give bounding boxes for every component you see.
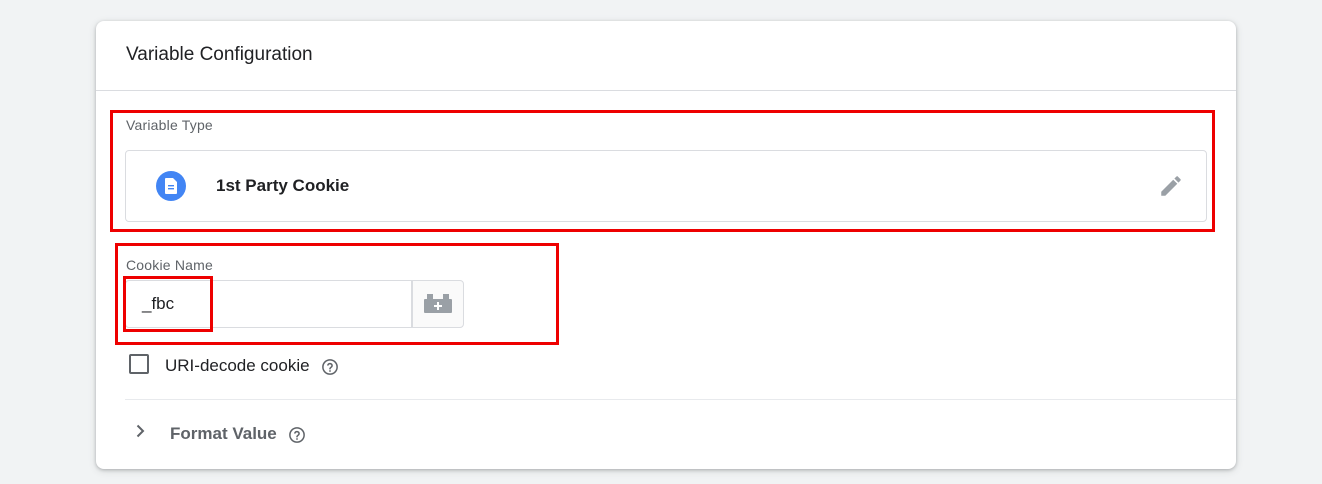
uri-decode-label: URI-decode cookie (165, 356, 310, 375)
variable-type-label: Variable Type (126, 117, 213, 133)
variable-type-name: 1st Party Cookie (216, 176, 350, 195)
lego-brick-icon (424, 294, 452, 313)
chevron-right-icon[interactable] (132, 423, 148, 439)
cookie-name-label: Cookie Name (126, 257, 214, 273)
help-icon[interactable] (288, 426, 306, 444)
pencil-icon[interactable] (1158, 173, 1184, 199)
cookie-name-input[interactable]: _fbc (125, 280, 412, 328)
format-divider (125, 399, 1236, 400)
insert-variable-button[interactable] (412, 280, 464, 328)
card-title: Variable Configuration (126, 44, 313, 65)
cookie-name-value: _fbc (142, 294, 175, 313)
variable-configuration-card: Variable Configuration Variable Type 1st… (96, 21, 1236, 469)
title-divider (96, 90, 1236, 91)
variable-type-selector[interactable]: 1st Party Cookie (125, 150, 1207, 222)
format-value-toggle[interactable]: Format Value (170, 424, 277, 444)
uri-decode-checkbox[interactable] (129, 354, 149, 374)
document-icon (156, 171, 186, 201)
help-icon[interactable] (321, 358, 339, 376)
